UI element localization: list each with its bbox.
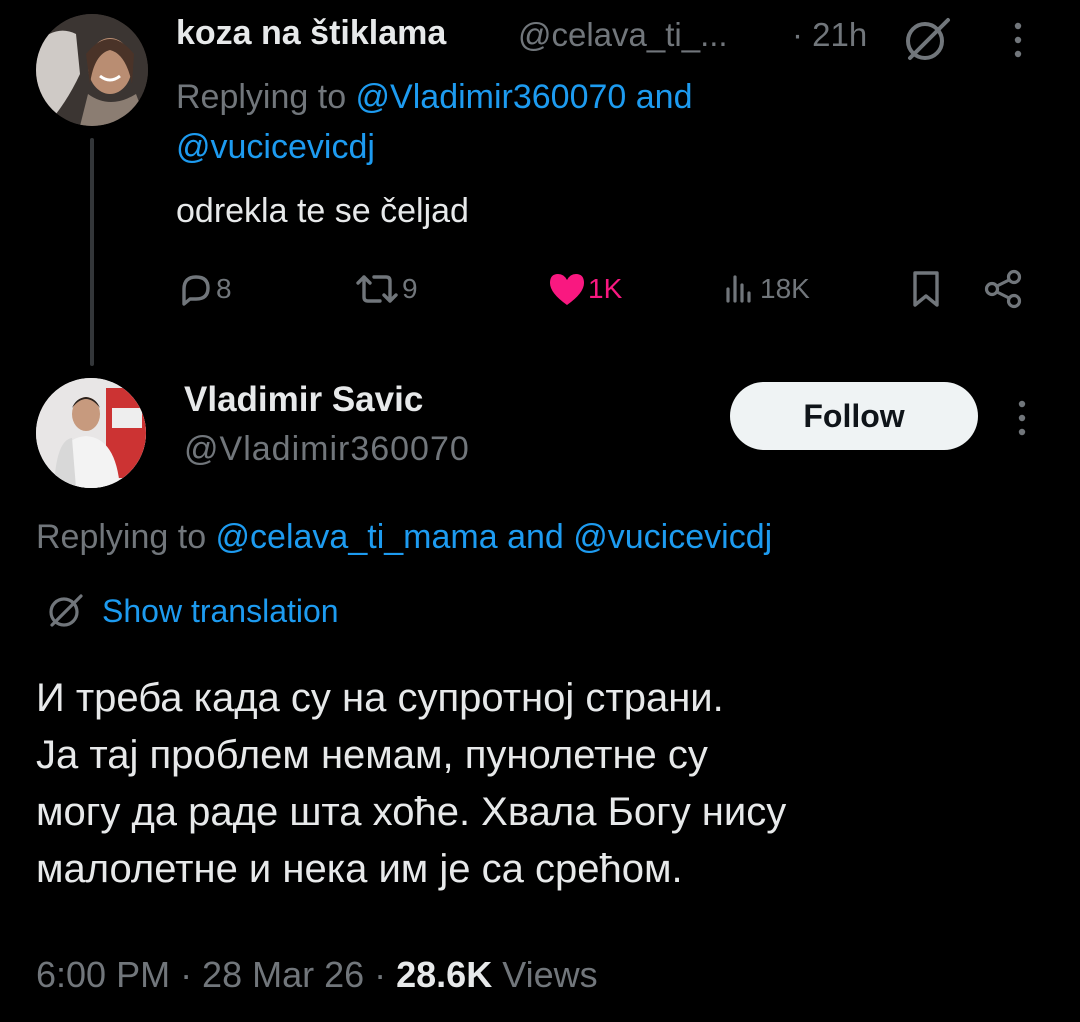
views-icon xyxy=(726,275,751,303)
repost-icon xyxy=(356,275,398,303)
tweet-text: odrekla te se čeljad xyxy=(176,192,469,230)
replying-to-prefix: Replying to xyxy=(176,78,356,116)
tweet-meta: 6:00 PM · 28 Mar 26 · 28.6K Views xyxy=(36,954,598,996)
post-timestamp[interactable]: 6:00 PM · 28 Mar 26 · xyxy=(36,954,396,995)
show-translation-label: Show translation xyxy=(102,592,339,629)
author-handle[interactable]: @celava_ti_... xyxy=(518,16,728,54)
more-icon[interactable] xyxy=(1006,18,1030,62)
repost-count: 9 xyxy=(402,273,418,304)
avatar[interactable] xyxy=(36,378,146,488)
heart-icon xyxy=(550,274,584,305)
author-name[interactable]: Vladimir Savic xyxy=(184,380,423,420)
author-name[interactable]: koza na štiklama xyxy=(176,14,446,53)
more-icon[interactable] xyxy=(1010,396,1034,440)
author-handle[interactable]: @Vladimir360070 xyxy=(184,430,470,469)
views-label: Views xyxy=(492,954,598,995)
replying-to-and[interactable]: and xyxy=(498,518,574,556)
views-count[interactable]: 28.6K xyxy=(396,954,492,995)
mention-link[interactable]: @vucicevicdj xyxy=(573,518,772,556)
mention-link[interactable]: @vucicevicdj xyxy=(176,128,375,166)
tweet-text-line: И треба када су на супротној страни. xyxy=(36,676,724,720)
avatar-photo xyxy=(36,378,146,488)
mention-link[interactable]: @Vladimir360070 xyxy=(356,78,627,116)
like-button[interactable]: 1K xyxy=(546,264,622,314)
mention-link[interactable]: @celava_ti_mama xyxy=(216,518,498,556)
avatar[interactable] xyxy=(36,14,148,126)
tweet-text: И треба када су на супротној страни. Ја … xyxy=(36,670,1036,898)
grok-icon xyxy=(49,594,83,627)
tweet-text-line: могу да раде шта хоће. Хвала Богу нису xyxy=(36,790,787,834)
reply-icon xyxy=(182,275,210,306)
bookmark-icon xyxy=(913,271,939,307)
share-button[interactable] xyxy=(982,264,1026,314)
grok-icon[interactable] xyxy=(900,12,954,66)
follow-button[interactable]: Follow xyxy=(730,382,978,450)
timestamp[interactable]: · 21h xyxy=(792,16,867,54)
replying-to: Replying to @Vladimir360070 and @vucicev… xyxy=(176,72,1036,172)
views-count: 18K xyxy=(760,273,810,304)
avatar-photo xyxy=(36,14,148,126)
tweet-text-line: Ја тај проблем немам, пунолетне су xyxy=(36,733,708,777)
reply-button[interactable]: 8 xyxy=(176,264,232,314)
share-icon xyxy=(984,269,1022,309)
replying-to: Replying to @celava_ti_mama and @vucicev… xyxy=(36,518,772,557)
thread-line xyxy=(90,138,94,366)
like-count: 1K xyxy=(588,273,623,304)
tweet-text-line: малолетне и нека им је са срећом. xyxy=(36,847,683,891)
replying-to-prefix: Replying to xyxy=(36,518,216,556)
replying-to-and[interactable]: and xyxy=(626,78,693,116)
show-translation-button[interactable]: Show translation xyxy=(44,586,339,636)
bookmark-button[interactable] xyxy=(906,264,946,314)
reply-count: 8 xyxy=(216,273,232,304)
views-button[interactable]: 18K xyxy=(720,264,810,314)
repost-button[interactable]: 9 xyxy=(352,264,418,314)
action-bar: 8 9 1K 18K xyxy=(176,264,1036,314)
